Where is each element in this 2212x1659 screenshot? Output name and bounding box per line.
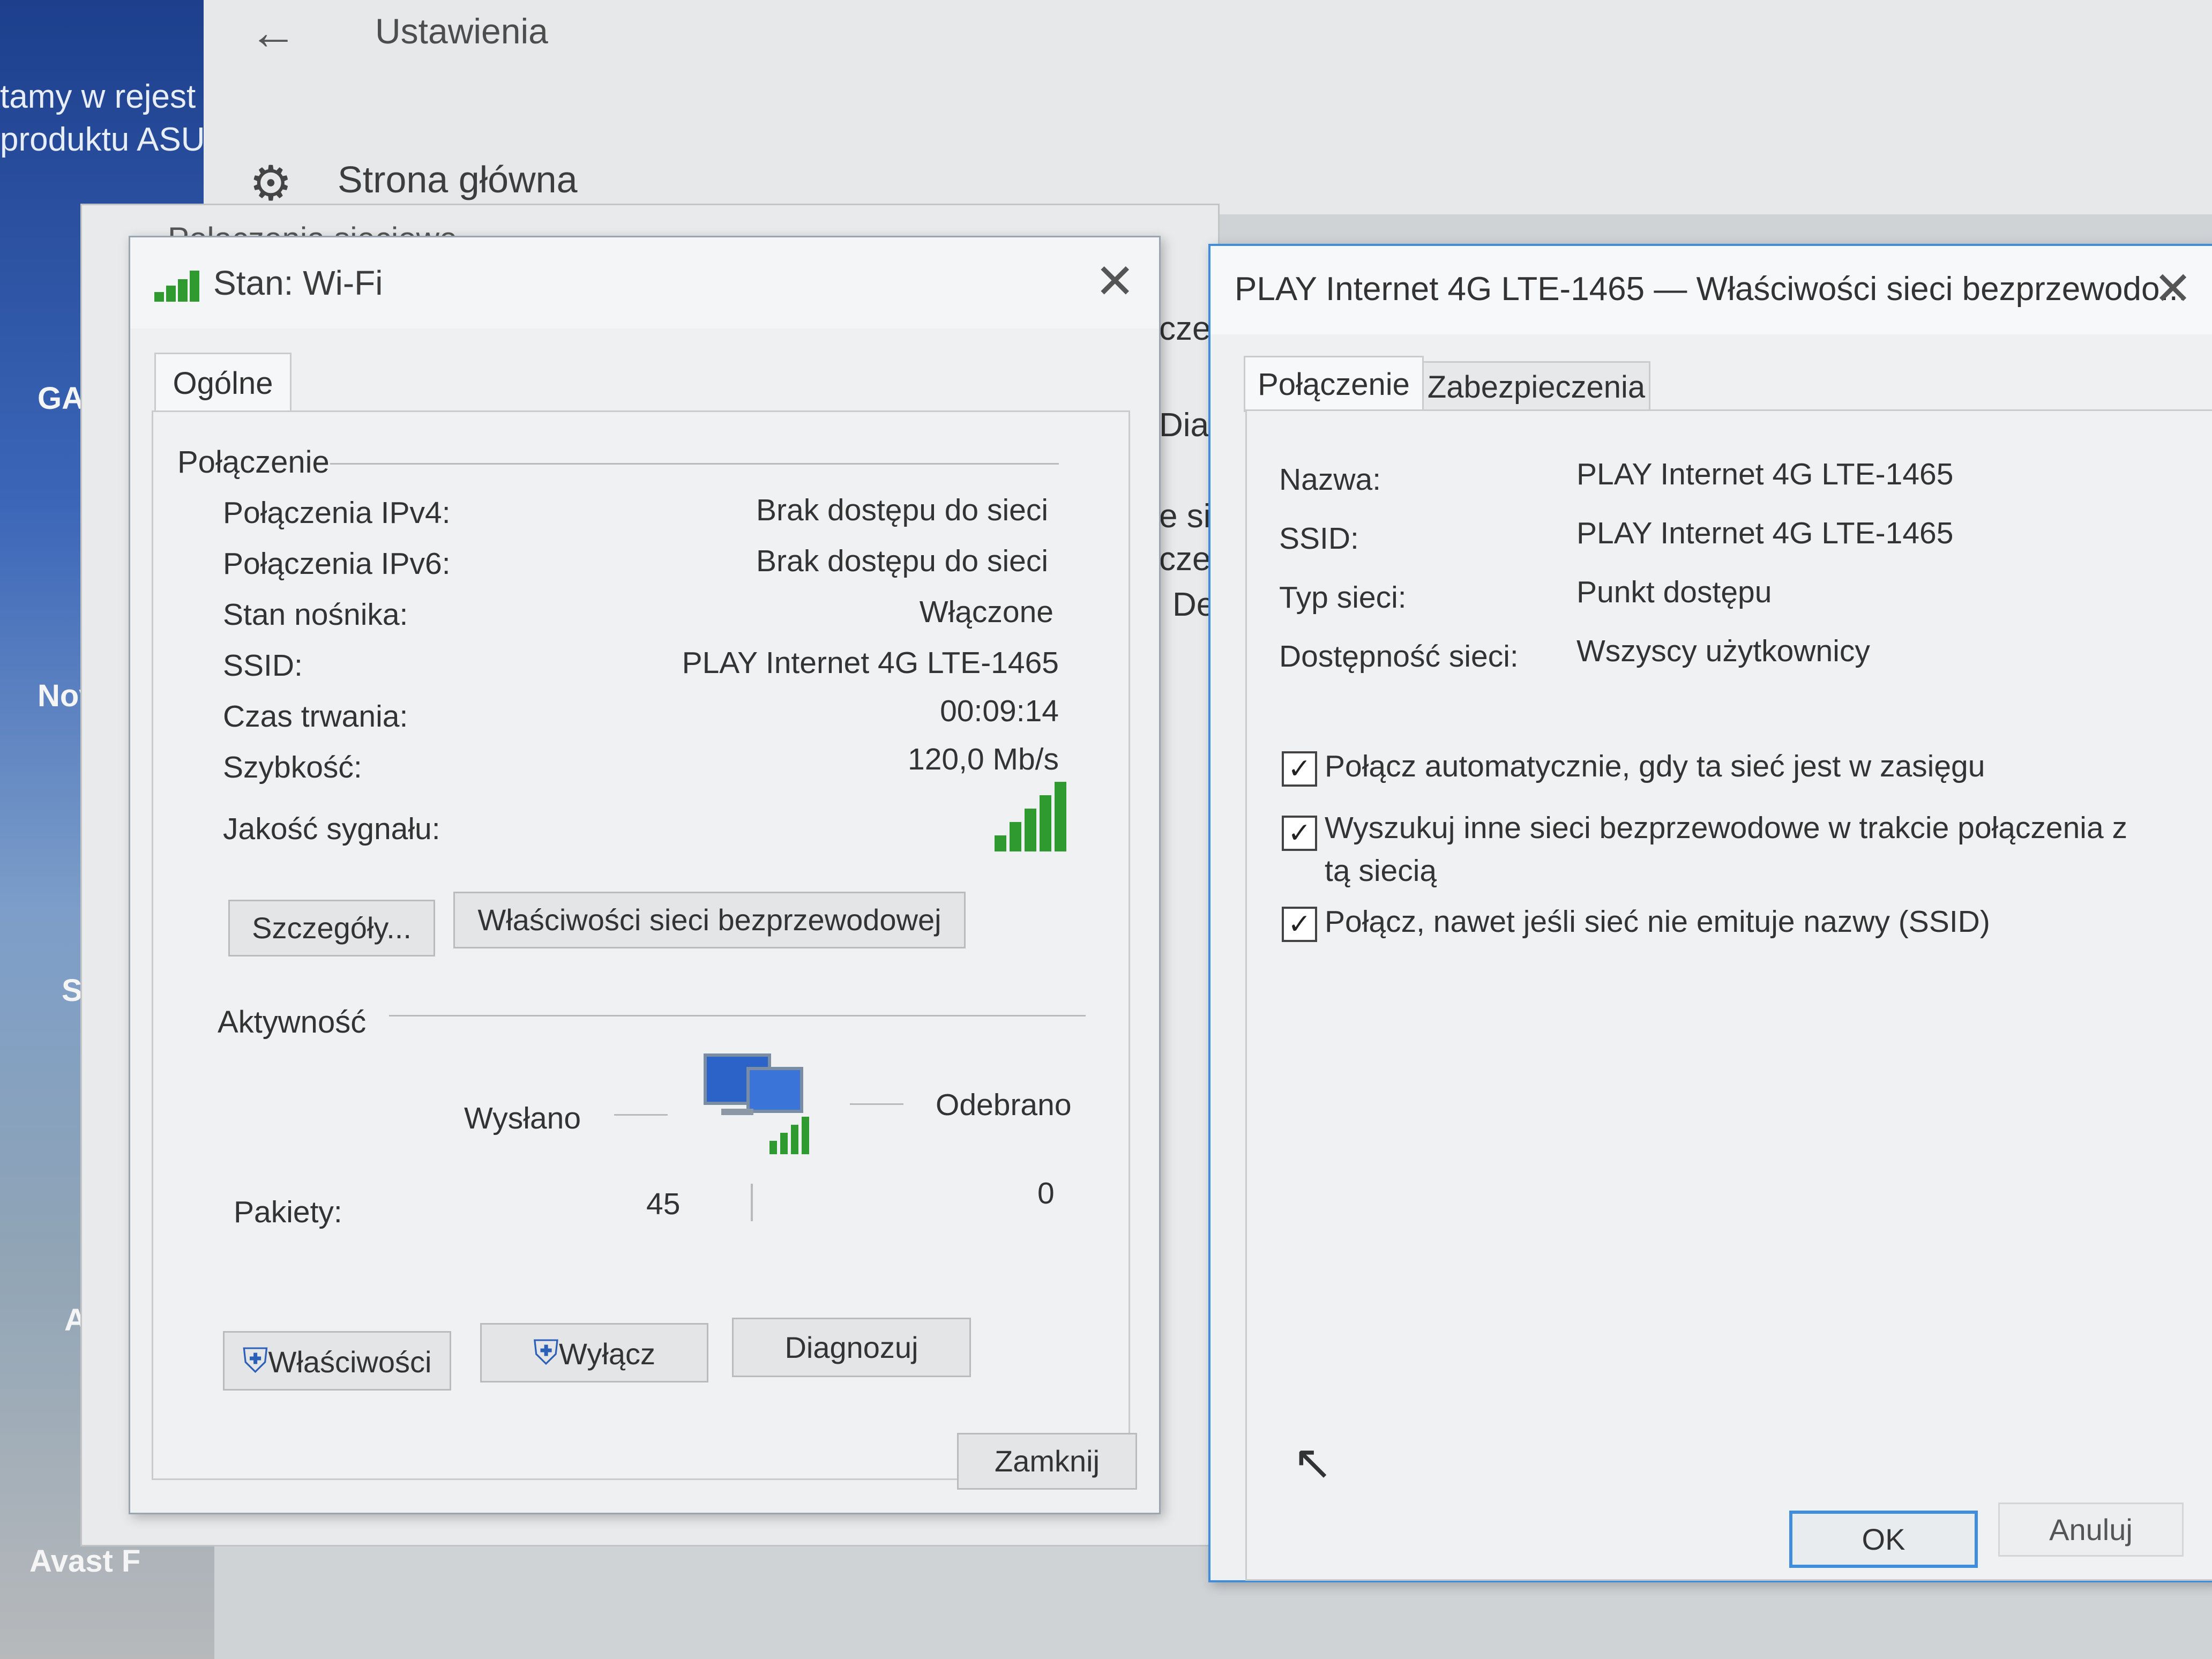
look-for-other-networks-label: Wyszukuj inne sieci bezprzewodowe w trak…: [1325, 811, 2128, 845]
network-availability-label: Dostępność sieci:: [1279, 639, 1519, 674]
media-state-value: Włączone: [919, 595, 1053, 629]
network-availability-value: Wszyscy użytkownicy: [1576, 634, 1870, 668]
look-for-other-networks-label-line2: tą siecią: [1325, 854, 1437, 888]
close-icon[interactable]: ✕: [1095, 253, 1135, 310]
close-icon[interactable]: ✕: [2154, 262, 2192, 316]
ipv6-value: Brak dostępu do sieci: [756, 544, 1048, 578]
activity-group-title: Aktywność: [218, 1005, 367, 1040]
packets-received-value: 0: [1037, 1176, 1055, 1210]
connection-group-title: Połączenie: [177, 445, 330, 480]
duration-value: 00:09:14: [940, 694, 1059, 728]
netconn-fragment: e si: [1159, 498, 1211, 535]
network-type-label: Typ sieci:: [1279, 580, 1407, 615]
desktop-icon-label[interactable]: Avast F: [29, 1543, 140, 1579]
wireless-properties-button[interactable]: Właściwości sieci bezprzewodowej: [453, 892, 966, 948]
tab-general[interactable]: Ogólne: [154, 353, 292, 413]
group-divider: [389, 1015, 1086, 1017]
signal-quality-label: Jakość sygnału:: [223, 812, 440, 846]
details-button[interactable]: Szczegóły...: [228, 900, 435, 956]
ssid-label: SSID:: [223, 648, 303, 683]
diagnose-button[interactable]: Diagnozuj: [732, 1318, 971, 1377]
settings-window: ← Ustawienia ⚙ Strona główna: [204, 0, 2212, 214]
tab-connection[interactable]: Połączenie: [1244, 356, 1424, 412]
wifi-general-pane: Połączenie Połączenia IPv4: Brak dostępu…: [152, 410, 1137, 1490]
shield-icon: ⛨: [533, 1333, 559, 1372]
packets-label: Pakiety:: [234, 1195, 342, 1229]
back-arrow-icon[interactable]: ←: [249, 5, 297, 61]
properties-button-label: Właściwości: [268, 1345, 432, 1379]
disable-button-label: Wyłącz: [559, 1337, 655, 1371]
sent-line: [614, 1114, 668, 1116]
properties-button[interactable]: ⛨Właściwości: [223, 1331, 451, 1391]
settings-home-link[interactable]: Strona główna: [338, 158, 578, 201]
wifi-titlebar: Stan: Wi-Fi ✕: [130, 237, 1159, 328]
settings-title: Ustawienia: [375, 11, 548, 51]
shield-icon: ⛨: [242, 1341, 268, 1380]
name-value: PLAY Internet 4G LTE-1465: [1576, 457, 1954, 491]
ssid-value: PLAY Internet 4G LTE-1465: [1576, 516, 1954, 550]
signal-bars-icon: [154, 270, 203, 302]
desktop-notice-line1: tamy w rejest: [0, 78, 196, 115]
packets-sent-value: 45: [646, 1187, 681, 1221]
auto-connect-label: Połącz automatycznie, gdy ta sieć jest w…: [1325, 749, 1985, 783]
connect-hidden-ssid-label: Połącz, nawet jeśli sieć nie emituje naz…: [1325, 905, 1990, 939]
name-label: Nazwa:: [1279, 462, 1381, 497]
ipv6-label: Połączenia IPv6:: [223, 547, 451, 581]
media-state-label: Stan nośnika:: [223, 597, 408, 632]
disable-button[interactable]: ⛨Wyłącz: [480, 1323, 708, 1382]
close-button[interactable]: Zamknij: [957, 1433, 1137, 1490]
connection-pane: Nazwa: PLAY Internet 4G LTE-1465 SSID: P…: [1245, 409, 2212, 1581]
sent-label: Wysłano: [464, 1101, 581, 1135]
received-label: Odebrano: [936, 1088, 1072, 1122]
network-type-value: Punkt dostępu: [1576, 575, 1772, 609]
packets-divider: [751, 1184, 753, 1221]
ssid-label: SSID:: [1279, 521, 1359, 556]
mouse-cursor-icon: ↖: [1292, 1436, 1333, 1490]
cancel-button[interactable]: Anuluj: [1998, 1503, 2184, 1557]
duration-label: Czas trwania:: [223, 699, 408, 734]
desktop-icon-label[interactable]: GA: [38, 380, 84, 416]
signal-quality-icon: [995, 782, 1080, 851]
received-line: [850, 1103, 903, 1105]
wifi-dialog-title: Stan: Wi-Fi: [213, 264, 383, 302]
auto-connect-checkbox[interactable]: ✓: [1282, 751, 1317, 787]
props-dialog-title: PLAY Internet 4G LTE-1465 — Właściwości …: [1235, 271, 2188, 308]
speed-label: Szybkość:: [223, 750, 362, 784]
wireless-properties-dialog: PLAY Internet 4G LTE-1465 — Właściwości …: [1208, 244, 2212, 1582]
connect-hidden-ssid-checkbox[interactable]: ✓: [1282, 907, 1317, 942]
network-activity-icon: [700, 1044, 818, 1162]
tab-security[interactable]: Zabezpieczenia: [1422, 361, 1650, 412]
desktop-notice-line2: produktu ASU: [0, 121, 205, 158]
ipv4-label: Połączenia IPv4:: [223, 496, 451, 530]
ok-button[interactable]: OK: [1789, 1511, 1978, 1568]
wifi-status-dialog: Stan: Wi-Fi ✕ Ogólne Połączenie Połączen…: [129, 236, 1161, 1514]
group-divider: [330, 463, 1059, 465]
ssid-value: PLAY Internet 4G LTE-1465: [682, 646, 1059, 680]
speed-value: 120,0 Mb/s: [908, 742, 1059, 776]
look-for-other-networks-checkbox[interactable]: ✓: [1282, 816, 1317, 851]
props-titlebar: PLAY Internet 4G LTE-1465 — Właściwości …: [1210, 246, 2212, 334]
ipv4-value: Brak dostępu do sieci: [756, 493, 1048, 527]
